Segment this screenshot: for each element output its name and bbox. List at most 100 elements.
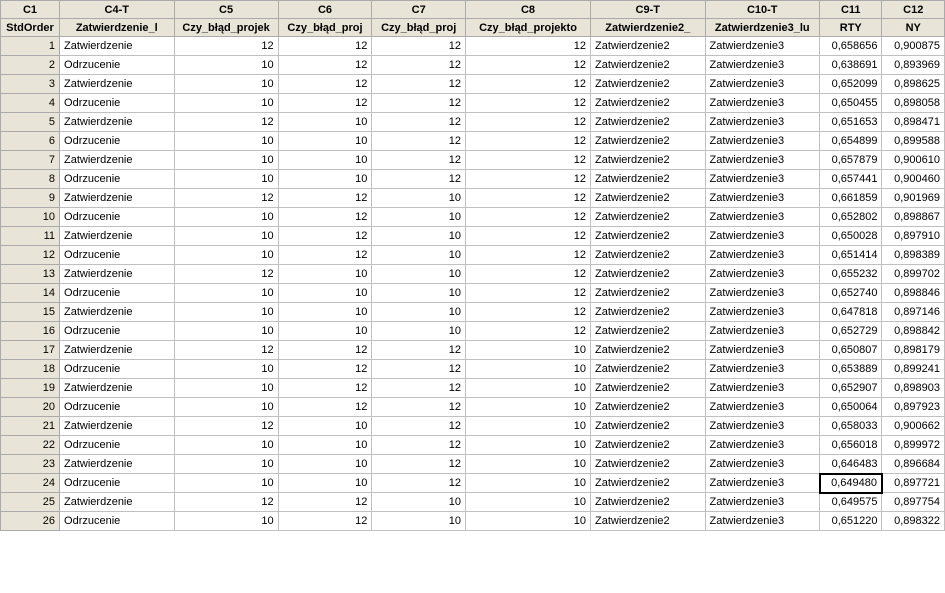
- cell-c5[interactable]: 10: [174, 379, 278, 398]
- cell-c8[interactable]: 12: [466, 265, 591, 284]
- row-number[interactable]: 2: [1, 56, 60, 75]
- cell-zatw2[interactable]: Zatwierdzenie2: [590, 436, 705, 455]
- cell-c8[interactable]: 12: [466, 284, 591, 303]
- cell-zatw3[interactable]: Zatwierdzenie3: [705, 284, 820, 303]
- cell-zatw[interactable]: Zatwierdzenie: [60, 113, 175, 132]
- col-c8[interactable]: C8: [466, 1, 591, 19]
- cell-c5[interactable]: 10: [174, 360, 278, 379]
- cell-c6[interactable]: 10: [278, 474, 372, 493]
- cell-zatw3[interactable]: Zatwierdzenie3: [705, 208, 820, 227]
- row-number[interactable]: 25: [1, 493, 60, 512]
- cell-c5[interactable]: 10: [174, 436, 278, 455]
- cell-rty[interactable]: 0,651220: [820, 512, 882, 531]
- cell-c7[interactable]: 10: [372, 493, 466, 512]
- cell-c6[interactable]: 10: [278, 322, 372, 341]
- cell-c8[interactable]: 10: [466, 341, 591, 360]
- cell-zatw3[interactable]: Zatwierdzenie3: [705, 37, 820, 56]
- row-number[interactable]: 15: [1, 303, 60, 322]
- cell-c6[interactable]: 12: [278, 246, 372, 265]
- hdr-zatw2[interactable]: Zatwierdzenie2_: [590, 19, 705, 37]
- cell-c8[interactable]: 10: [466, 379, 591, 398]
- cell-ny[interactable]: 0,899702: [882, 265, 945, 284]
- cell-c6[interactable]: 10: [278, 113, 372, 132]
- cell-c6[interactable]: 12: [278, 379, 372, 398]
- hdr-czy4[interactable]: Czy_błąd_projekto: [466, 19, 591, 37]
- cell-zatw2[interactable]: Zatwierdzenie2: [590, 151, 705, 170]
- cell-c7[interactable]: 10: [372, 208, 466, 227]
- cell-ny[interactable]: 0,900662: [882, 417, 945, 436]
- cell-rty[interactable]: 0,651414: [820, 246, 882, 265]
- cell-zatw3[interactable]: Zatwierdzenie3: [705, 246, 820, 265]
- cell-zatw3[interactable]: Zatwierdzenie3: [705, 151, 820, 170]
- cell-c6[interactable]: 12: [278, 94, 372, 113]
- cell-zatw3[interactable]: Zatwierdzenie3: [705, 113, 820, 132]
- cell-ny[interactable]: 0,897721: [882, 474, 945, 493]
- cell-zatw2[interactable]: Zatwierdzenie2: [590, 455, 705, 474]
- cell-zatw2[interactable]: Zatwierdzenie2: [590, 284, 705, 303]
- cell-zatw2[interactable]: Zatwierdzenie2: [590, 398, 705, 417]
- cell-zatw[interactable]: Zatwierdzenie: [60, 493, 175, 512]
- cell-zatw[interactable]: Zatwierdzenie: [60, 379, 175, 398]
- col-c7[interactable]: C7: [372, 1, 466, 19]
- row-number[interactable]: 24: [1, 474, 60, 493]
- cell-c6[interactable]: 12: [278, 56, 372, 75]
- cell-c7[interactable]: 10: [372, 189, 466, 208]
- cell-zatw2[interactable]: Zatwierdzenie2: [590, 75, 705, 94]
- cell-ny[interactable]: 0,899972: [882, 436, 945, 455]
- cell-c7[interactable]: 12: [372, 56, 466, 75]
- cell-c7[interactable]: 12: [372, 341, 466, 360]
- hdr-stdorder[interactable]: StdOrder: [1, 19, 60, 37]
- cell-c7[interactable]: 12: [372, 94, 466, 113]
- cell-zatw2[interactable]: Zatwierdzenie2: [590, 189, 705, 208]
- cell-c8[interactable]: 12: [466, 170, 591, 189]
- cell-zatw3[interactable]: Zatwierdzenie3: [705, 303, 820, 322]
- cell-c7[interactable]: 12: [372, 436, 466, 455]
- cell-c5[interactable]: 10: [174, 303, 278, 322]
- col-c5[interactable]: C5: [174, 1, 278, 19]
- cell-c6[interactable]: 12: [278, 493, 372, 512]
- cell-c7[interactable]: 10: [372, 227, 466, 246]
- row-number[interactable]: 5: [1, 113, 60, 132]
- cell-c7[interactable]: 12: [372, 75, 466, 94]
- cell-zatw[interactable]: Odrzucenie: [60, 512, 175, 531]
- cell-c8[interactable]: 12: [466, 37, 591, 56]
- cell-zatw[interactable]: Zatwierdzenie: [60, 455, 175, 474]
- cell-zatw3[interactable]: Zatwierdzenie3: [705, 75, 820, 94]
- cell-zatw3[interactable]: Zatwierdzenie3: [705, 189, 820, 208]
- cell-c8[interactable]: 12: [466, 75, 591, 94]
- cell-c8[interactable]: 12: [466, 56, 591, 75]
- row-number[interactable]: 13: [1, 265, 60, 284]
- cell-c8[interactable]: 10: [466, 474, 591, 493]
- cell-c5[interactable]: 12: [174, 37, 278, 56]
- cell-zatw2[interactable]: Zatwierdzenie2: [590, 303, 705, 322]
- hdr-ny[interactable]: NY: [882, 19, 945, 37]
- cell-c6[interactable]: 10: [278, 455, 372, 474]
- cell-rty[interactable]: 0,654899: [820, 132, 882, 151]
- cell-zatw3[interactable]: Zatwierdzenie3: [705, 170, 820, 189]
- cell-rty[interactable]: 0,650064: [820, 398, 882, 417]
- cell-zatw[interactable]: Zatwierdzenie: [60, 303, 175, 322]
- cell-rty[interactable]: 0,656018: [820, 436, 882, 455]
- cell-c8[interactable]: 12: [466, 208, 591, 227]
- cell-zatw[interactable]: Odrzucenie: [60, 322, 175, 341]
- col-c10t[interactable]: C10-T: [705, 1, 820, 19]
- cell-rty[interactable]: 0,649575: [820, 493, 882, 512]
- cell-rty[interactable]: 0,647818: [820, 303, 882, 322]
- col-c6[interactable]: C6: [278, 1, 372, 19]
- cell-zatw2[interactable]: Zatwierdzenie2: [590, 322, 705, 341]
- hdr-czy3[interactable]: Czy_błąd_proj: [372, 19, 466, 37]
- cell-ny[interactable]: 0,898903: [882, 379, 945, 398]
- row-number[interactable]: 3: [1, 75, 60, 94]
- cell-ny[interactable]: 0,900460: [882, 170, 945, 189]
- row-number[interactable]: 23: [1, 455, 60, 474]
- cell-c8[interactable]: 12: [466, 227, 591, 246]
- cell-rty[interactable]: 0,652729: [820, 322, 882, 341]
- cell-zatw3[interactable]: Zatwierdzenie3: [705, 455, 820, 474]
- cell-ny[interactable]: 0,898846: [882, 284, 945, 303]
- cell-zatw2[interactable]: Zatwierdzenie2: [590, 246, 705, 265]
- cell-c6[interactable]: 12: [278, 208, 372, 227]
- cell-zatw[interactable]: Zatwierdzenie: [60, 189, 175, 208]
- cell-ny[interactable]: 0,898842: [882, 322, 945, 341]
- hdr-zatw[interactable]: Zatwierdzenie_l: [60, 19, 175, 37]
- cell-zatw[interactable]: Odrzucenie: [60, 398, 175, 417]
